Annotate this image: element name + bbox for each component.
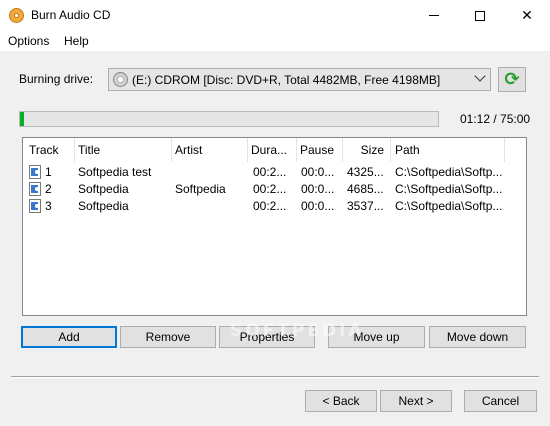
column-header-pause[interactable]: Pause [297, 138, 343, 162]
cell-size: 3537... [347, 199, 384, 213]
footer-divider [11, 376, 539, 378]
cell-duration: 00:2... [253, 199, 287, 213]
minimize-button[interactable] [411, 0, 457, 31]
column-header-path[interactable]: Path [391, 138, 505, 162]
column-header-title[interactable]: Title [75, 138, 172, 162]
close-button[interactable]: ✕ [504, 0, 550, 31]
refresh-icon: ⟳ [504, 68, 520, 90]
audio-file-icon [29, 165, 41, 179]
cell-path: C:\Softpedia\Softp... [395, 165, 503, 179]
remove-button[interactable]: Remove [120, 326, 216, 348]
cell-title: Softpedia [78, 199, 129, 213]
close-icon: ✕ [521, 7, 533, 24]
menu-options[interactable]: Options [8, 34, 49, 48]
column-header-artist[interactable]: Artist [172, 138, 248, 162]
audio-file-icon [29, 199, 41, 213]
track-list-header: Track Title Artist Dura... Pause Size Pa… [23, 138, 526, 162]
next-button[interactable]: Next > [380, 390, 452, 412]
time-used-total: 01:12 / 75:00 [460, 112, 531, 126]
title-bar: Burn Audio CD ✕ [0, 0, 550, 31]
menu-help[interactable]: Help [64, 34, 89, 48]
cell-size: 4685... [347, 182, 384, 196]
cell-track: 1 [45, 165, 52, 179]
back-button[interactable]: < Back [305, 390, 377, 412]
move-down-button[interactable]: Move down [429, 326, 526, 348]
table-row[interactable]: 1 Softpedia test 00:2... 00:0... 4325...… [23, 164, 526, 181]
cell-size: 4325... [347, 165, 384, 179]
column-header-size[interactable]: Size [343, 138, 391, 162]
refresh-drives-button[interactable]: ⟳ [498, 67, 526, 92]
column-header-track[interactable]: Track [23, 138, 75, 162]
add-button[interactable]: Add [21, 326, 117, 348]
cell-duration: 00:2... [253, 165, 287, 179]
cell-track: 2 [45, 182, 52, 196]
cell-pause: 00:0... [301, 199, 335, 213]
maximize-icon [475, 10, 485, 21]
softpedia-watermark: SOFTPEDIA [230, 321, 365, 341]
track-list[interactable]: Track Title Artist Dura... Pause Size Pa… [22, 137, 527, 316]
dialog-body: Burning drive: (E:) CDROM [Disc: DVD+R, … [0, 51, 550, 426]
cell-title: Softpedia test [78, 165, 152, 179]
cell-track: 3 [45, 199, 52, 213]
audio-file-icon [29, 182, 41, 196]
chevron-down-icon [474, 70, 486, 82]
minimize-icon [429, 15, 439, 16]
cell-pause: 00:0... [301, 182, 335, 196]
disc-icon [113, 72, 128, 87]
cell-duration: 00:2... [253, 182, 287, 196]
cancel-button[interactable]: Cancel [464, 390, 537, 412]
burning-drive-dropdown[interactable]: (E:) CDROM [Disc: DVD+R, Total 4482MB, F… [108, 68, 491, 91]
cell-artist: Softpedia [175, 182, 226, 196]
window-title: Burn Audio CD [31, 8, 111, 22]
cell-path: C:\Softpedia\Softp... [395, 199, 503, 213]
burn-progress-bar [19, 111, 439, 127]
cell-title: Softpedia [78, 182, 129, 196]
burning-drive-label: Burning drive: [19, 72, 94, 86]
table-row[interactable]: 3 Softpedia 00:2... 00:0... 3537... C:\S… [23, 198, 526, 215]
cell-pause: 00:0... [301, 165, 335, 179]
table-row[interactable]: 2 Softpedia Softpedia 00:2... 00:0... 46… [23, 181, 526, 198]
maximize-button[interactable] [457, 0, 503, 31]
burning-drive-value: (E:) CDROM [Disc: DVD+R, Total 4482MB, F… [132, 73, 441, 87]
progress-fill [20, 112, 25, 126]
burn-cd-app-icon [9, 8, 24, 23]
column-header-duration[interactable]: Dura... [248, 138, 297, 162]
menu-bar: Options Help [0, 31, 550, 51]
cell-path: C:\Softpedia\Softp... [395, 182, 503, 196]
